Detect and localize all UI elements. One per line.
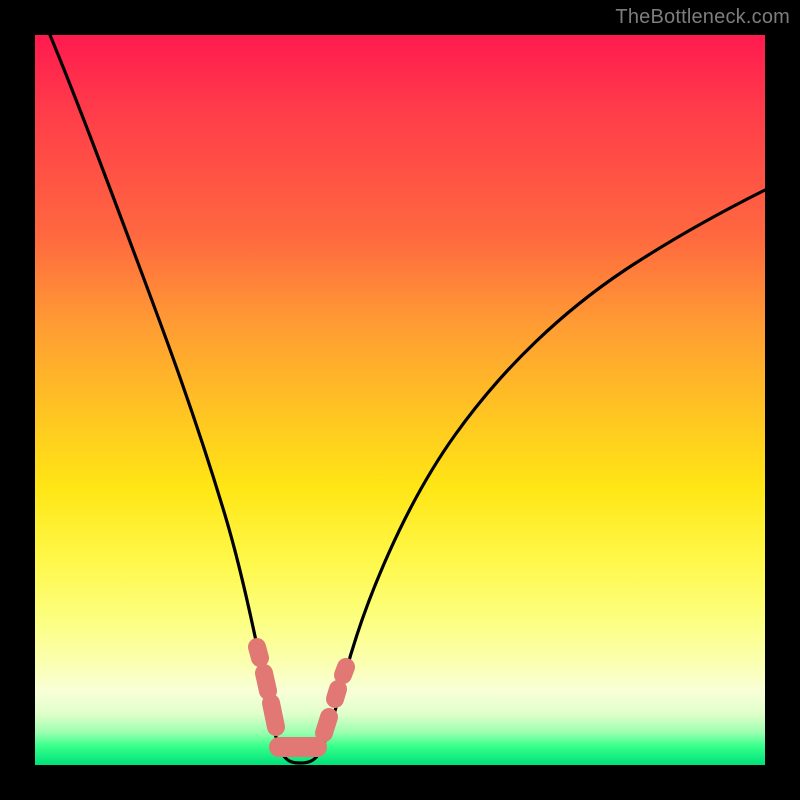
bottleneck-curve <box>50 35 765 763</box>
chart-canvas <box>35 35 765 765</box>
plot-area <box>35 35 765 765</box>
highlight-segment <box>257 647 346 747</box>
watermark-text: TheBottleneck.com <box>615 6 790 29</box>
outer-frame: TheBottleneck.com <box>0 0 800 800</box>
